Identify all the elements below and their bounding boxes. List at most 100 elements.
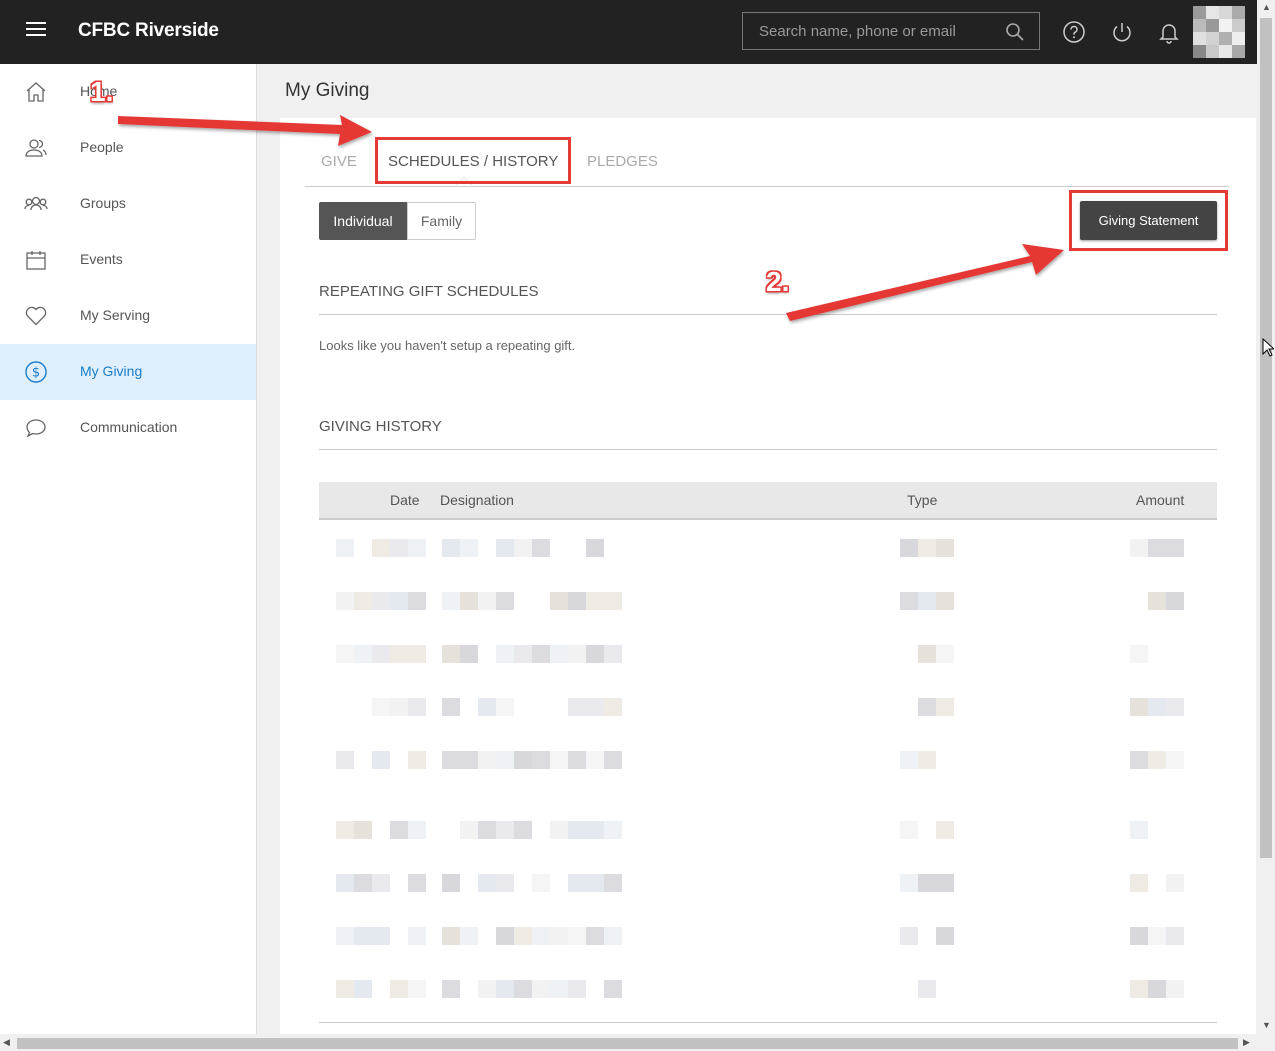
redacted-cell [408, 539, 426, 557]
table-row[interactable] [319, 874, 1217, 892]
redacted-cell [442, 539, 460, 557]
redacted-cell [604, 821, 622, 839]
redacted-cell [408, 592, 426, 610]
redacted-cell [568, 592, 586, 610]
redacted-cell [1148, 927, 1166, 945]
divider [319, 314, 1217, 315]
table-row[interactable] [319, 698, 1217, 716]
redacted-cell [900, 539, 918, 557]
redacted-cell [918, 980, 936, 998]
avatar[interactable] [1193, 6, 1245, 58]
redacted-cell [460, 539, 478, 557]
individual-toggle[interactable]: Individual [319, 202, 407, 240]
redacted-cell [586, 698, 604, 716]
table-row[interactable] [319, 927, 1217, 945]
column-designation[interactable]: Designation [440, 492, 514, 508]
redacted-cell [936, 539, 954, 557]
app-title[interactable]: CFBC Riverside [78, 20, 219, 42]
scroll-right-icon[interactable]: ▶ [1243, 1037, 1250, 1048]
redacted-cell [336, 980, 354, 998]
scroll-down-icon[interactable]: ▼ [1262, 1020, 1271, 1030]
redacted-cell [442, 927, 460, 945]
sidebar-item-label: My Serving [80, 307, 151, 323]
redacted-cell [550, 645, 568, 663]
table-row[interactable] [319, 821, 1217, 839]
redacted-cell [568, 821, 586, 839]
redacted-cell [496, 874, 514, 892]
redacted-cell [550, 927, 568, 945]
redacted-cell [604, 698, 622, 716]
power-icon[interactable] [1110, 20, 1134, 44]
redacted-cell [442, 698, 460, 716]
redacted-cell [532, 927, 550, 945]
scroll-up-icon[interactable]: ▲ [1262, 2, 1271, 12]
redacted-cell [532, 980, 550, 998]
scroll-left-icon[interactable]: ◀ [3, 1037, 10, 1048]
redacted-cell [514, 821, 532, 839]
redacted-cell [460, 927, 478, 945]
menu-icon[interactable] [26, 22, 46, 42]
redacted-cell [390, 821, 408, 839]
giving-statement-button[interactable]: Giving Statement [1080, 201, 1217, 240]
redacted-cell [568, 980, 586, 998]
redacted-cell [586, 592, 604, 610]
tab-give[interactable]: GIVE [321, 153, 357, 170]
sidebar-item-home[interactable]: Home [0, 64, 256, 120]
table-row[interactable] [319, 980, 1217, 998]
vertical-scroll-thumb[interactable] [1260, 18, 1272, 858]
redacted-cell [478, 980, 496, 998]
column-date[interactable]: Date [390, 492, 420, 508]
sidebar-item-people[interactable]: People [0, 120, 256, 176]
redacted-cell [408, 698, 426, 716]
redacted-cell [550, 751, 568, 769]
column-amount[interactable]: Amount [1136, 492, 1184, 508]
horizontal-scroll-thumb[interactable] [17, 1038, 1238, 1049]
sidebar-item-label: Events [80, 251, 123, 267]
tab-pledges[interactable]: PLEDGES [587, 153, 658, 170]
redacted-cell [496, 539, 514, 557]
redacted-cell [336, 821, 354, 839]
sidebar-item-my-serving[interactable]: My Serving [0, 288, 256, 344]
sidebar-item-label: Communication [80, 419, 178, 435]
home-icon [26, 82, 46, 102]
sidebar-item-my-giving[interactable]: $ My Giving [0, 344, 256, 400]
table-row[interactable] [319, 751, 1217, 769]
redacted-cell [1166, 539, 1184, 557]
tab-schedules-history[interactable]: SCHEDULES / HISTORY [388, 153, 558, 170]
active-tab-caret [456, 177, 472, 185]
history-table-header: Date Designation Type Amount [319, 482, 1217, 520]
search-input[interactable] [743, 13, 1009, 49]
redacted-cell [1166, 874, 1184, 892]
redacted-cell [496, 821, 514, 839]
redacted-cell [1130, 980, 1148, 998]
redacted-cell [442, 980, 460, 998]
redacted-cell [354, 927, 372, 945]
heart-icon [25, 306, 47, 326]
sidebar-item-communication[interactable]: Communication [0, 400, 256, 456]
redacted-cell [442, 645, 460, 663]
table-row[interactable] [319, 539, 1217, 557]
family-toggle[interactable]: Family [407, 202, 476, 240]
redacted-cell [460, 592, 478, 610]
redacted-cell [918, 698, 936, 716]
redacted-cell [1148, 592, 1166, 610]
content-card [280, 118, 1256, 1034]
column-type[interactable]: Type [907, 492, 937, 508]
table-row[interactable] [319, 592, 1217, 610]
page-title: My Giving [285, 80, 370, 101]
sidebar-item-events[interactable]: Events [0, 232, 256, 288]
redacted-cell [568, 927, 586, 945]
sidebar-item-groups[interactable]: Groups [0, 176, 256, 232]
search-icon[interactable] [1005, 22, 1025, 42]
redacted-cell [354, 821, 372, 839]
help-icon[interactable] [1062, 20, 1086, 44]
bell-icon[interactable] [1157, 20, 1181, 44]
redacted-cell [514, 751, 532, 769]
redacted-cell [586, 539, 604, 557]
redacted-cell [568, 698, 586, 716]
redacted-cell [900, 927, 918, 945]
redacted-cell [514, 645, 532, 663]
redacted-cell [478, 592, 496, 610]
table-row[interactable] [319, 645, 1217, 663]
redacted-cell [900, 874, 918, 892]
